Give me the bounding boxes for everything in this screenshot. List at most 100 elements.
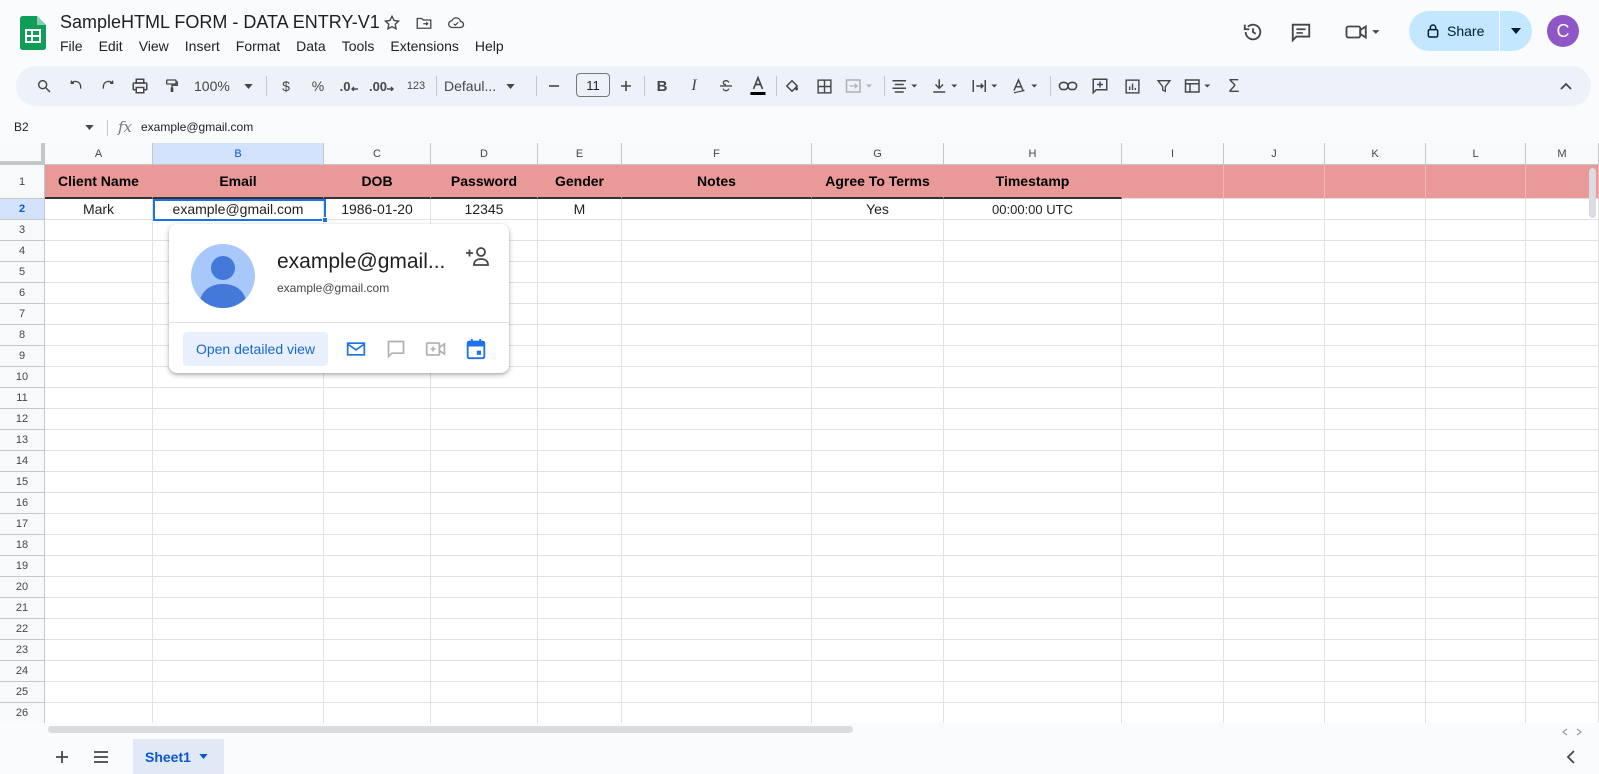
cell-e12[interactable]: [538, 409, 622, 430]
cell-m22[interactable]: [1526, 619, 1599, 640]
name-box[interactable]: B2: [14, 120, 29, 134]
cell-g3[interactable]: [812, 220, 944, 241]
cell-m18[interactable]: [1526, 535, 1599, 556]
cell-d12[interactable]: [431, 409, 538, 430]
cell-e25[interactable]: [538, 682, 622, 703]
column-header-e[interactable]: E: [538, 143, 622, 165]
cell-e3[interactable]: [538, 220, 622, 241]
cell-a11[interactable]: [45, 388, 153, 409]
cell-m24[interactable]: [1526, 661, 1599, 682]
version-history-icon[interactable]: [1239, 18, 1267, 46]
cell-e6[interactable]: [538, 283, 622, 304]
cell-c24[interactable]: [324, 661, 431, 682]
share-dropdown-icon[interactable]: [1500, 28, 1532, 34]
currency-format-button[interactable]: $: [274, 74, 298, 98]
sheet-tab-dropdown-icon[interactable]: [199, 754, 208, 759]
cell-m19[interactable]: [1526, 556, 1599, 577]
move-folder-icon[interactable]: [414, 13, 434, 33]
cell-a9[interactable]: [45, 346, 153, 367]
formula-input[interactable]: example@gmail.com: [141, 120, 253, 134]
cell-h19[interactable]: [944, 556, 1122, 577]
cell-i18[interactable]: [1122, 535, 1224, 556]
cell-f17[interactable]: [622, 514, 812, 535]
scroll-right-icon[interactable]: [1575, 728, 1583, 736]
cell-k10[interactable]: [1325, 367, 1426, 388]
insert-comment-icon[interactable]: [1088, 74, 1112, 98]
cell-g4[interactable]: [812, 241, 944, 262]
horizontal-scrollbar[interactable]: [48, 726, 853, 733]
cell-e17[interactable]: [538, 514, 622, 535]
cell-g11[interactable]: [812, 388, 944, 409]
cell-h15[interactable]: [944, 472, 1122, 493]
cell-g1[interactable]: Agree To Terms: [812, 165, 944, 199]
cell-h13[interactable]: [944, 430, 1122, 451]
cell-g14[interactable]: [812, 451, 944, 472]
cell-k13[interactable]: [1325, 430, 1426, 451]
row-header-17[interactable]: 17: [0, 514, 45, 535]
cell-k4[interactable]: [1325, 241, 1426, 262]
menu-help[interactable]: Help: [467, 37, 512, 55]
cell-a24[interactable]: [45, 661, 153, 682]
column-header-f[interactable]: F: [622, 143, 812, 165]
cell-j20[interactable]: [1224, 577, 1325, 598]
row-header-5[interactable]: 5: [0, 262, 45, 283]
cell-f24[interactable]: [622, 661, 812, 682]
cell-i26[interactable]: [1122, 703, 1224, 723]
cell-j23[interactable]: [1224, 640, 1325, 661]
cell-m5[interactable]: [1526, 262, 1599, 283]
increase-font-size-icon[interactable]: [614, 74, 638, 98]
cell-k11[interactable]: [1325, 388, 1426, 409]
cell-b23[interactable]: [153, 640, 324, 661]
cell-d25[interactable]: [431, 682, 538, 703]
cell-j25[interactable]: [1224, 682, 1325, 703]
cell-j10[interactable]: [1224, 367, 1325, 388]
cell-h25[interactable]: [944, 682, 1122, 703]
row-header-23[interactable]: 23: [0, 640, 45, 661]
row-header-21[interactable]: 21: [0, 598, 45, 619]
select-all-corner[interactable]: [0, 143, 45, 165]
add-sheet-icon[interactable]: [50, 745, 74, 769]
redo-icon[interactable]: [96, 74, 120, 98]
cell-a5[interactable]: [45, 262, 153, 283]
cell-j5[interactable]: [1224, 262, 1325, 283]
cell-j4[interactable]: [1224, 241, 1325, 262]
cell-m20[interactable]: [1526, 577, 1599, 598]
cell-i19[interactable]: [1122, 556, 1224, 577]
cell-d1[interactable]: Password: [431, 165, 538, 199]
cell-i3[interactable]: [1122, 220, 1224, 241]
cell-f26[interactable]: [622, 703, 812, 723]
row-header-13[interactable]: 13: [0, 430, 45, 451]
cell-l23[interactable]: [1426, 640, 1526, 661]
cell-f11[interactable]: [622, 388, 812, 409]
cell-j9[interactable]: [1224, 346, 1325, 367]
cell-e10[interactable]: [538, 367, 622, 388]
filter-views-icon[interactable]: [1180, 74, 1218, 98]
cell-l3[interactable]: [1426, 220, 1526, 241]
cell-i13[interactable]: [1122, 430, 1224, 451]
cell-d22[interactable]: [431, 619, 538, 640]
cell-f15[interactable]: [622, 472, 812, 493]
cell-a19[interactable]: [45, 556, 153, 577]
cell-l8[interactable]: [1426, 325, 1526, 346]
cell-m12[interactable]: [1526, 409, 1599, 430]
cell-c22[interactable]: [324, 619, 431, 640]
cell-f19[interactable]: [622, 556, 812, 577]
account-avatar[interactable]: C: [1547, 15, 1579, 47]
cell-h1[interactable]: Timestamp: [944, 165, 1122, 199]
percent-format-button[interactable]: %: [306, 74, 330, 98]
cell-j22[interactable]: [1224, 619, 1325, 640]
cell-g8[interactable]: [812, 325, 944, 346]
column-header-j[interactable]: J: [1224, 143, 1325, 165]
cell-a12[interactable]: [45, 409, 153, 430]
cell-g16[interactable]: [812, 493, 944, 514]
cell-k15[interactable]: [1325, 472, 1426, 493]
cell-h20[interactable]: [944, 577, 1122, 598]
cell-e5[interactable]: [538, 262, 622, 283]
cell-e1[interactable]: Gender: [538, 165, 622, 199]
cell-d26[interactable]: [431, 703, 538, 723]
cell-i6[interactable]: [1122, 283, 1224, 304]
horizontal-align-icon[interactable]: [888, 74, 924, 98]
column-header-c[interactable]: C: [324, 143, 431, 165]
cell-a15[interactable]: [45, 472, 153, 493]
fill-color-icon[interactable]: [780, 74, 804, 98]
